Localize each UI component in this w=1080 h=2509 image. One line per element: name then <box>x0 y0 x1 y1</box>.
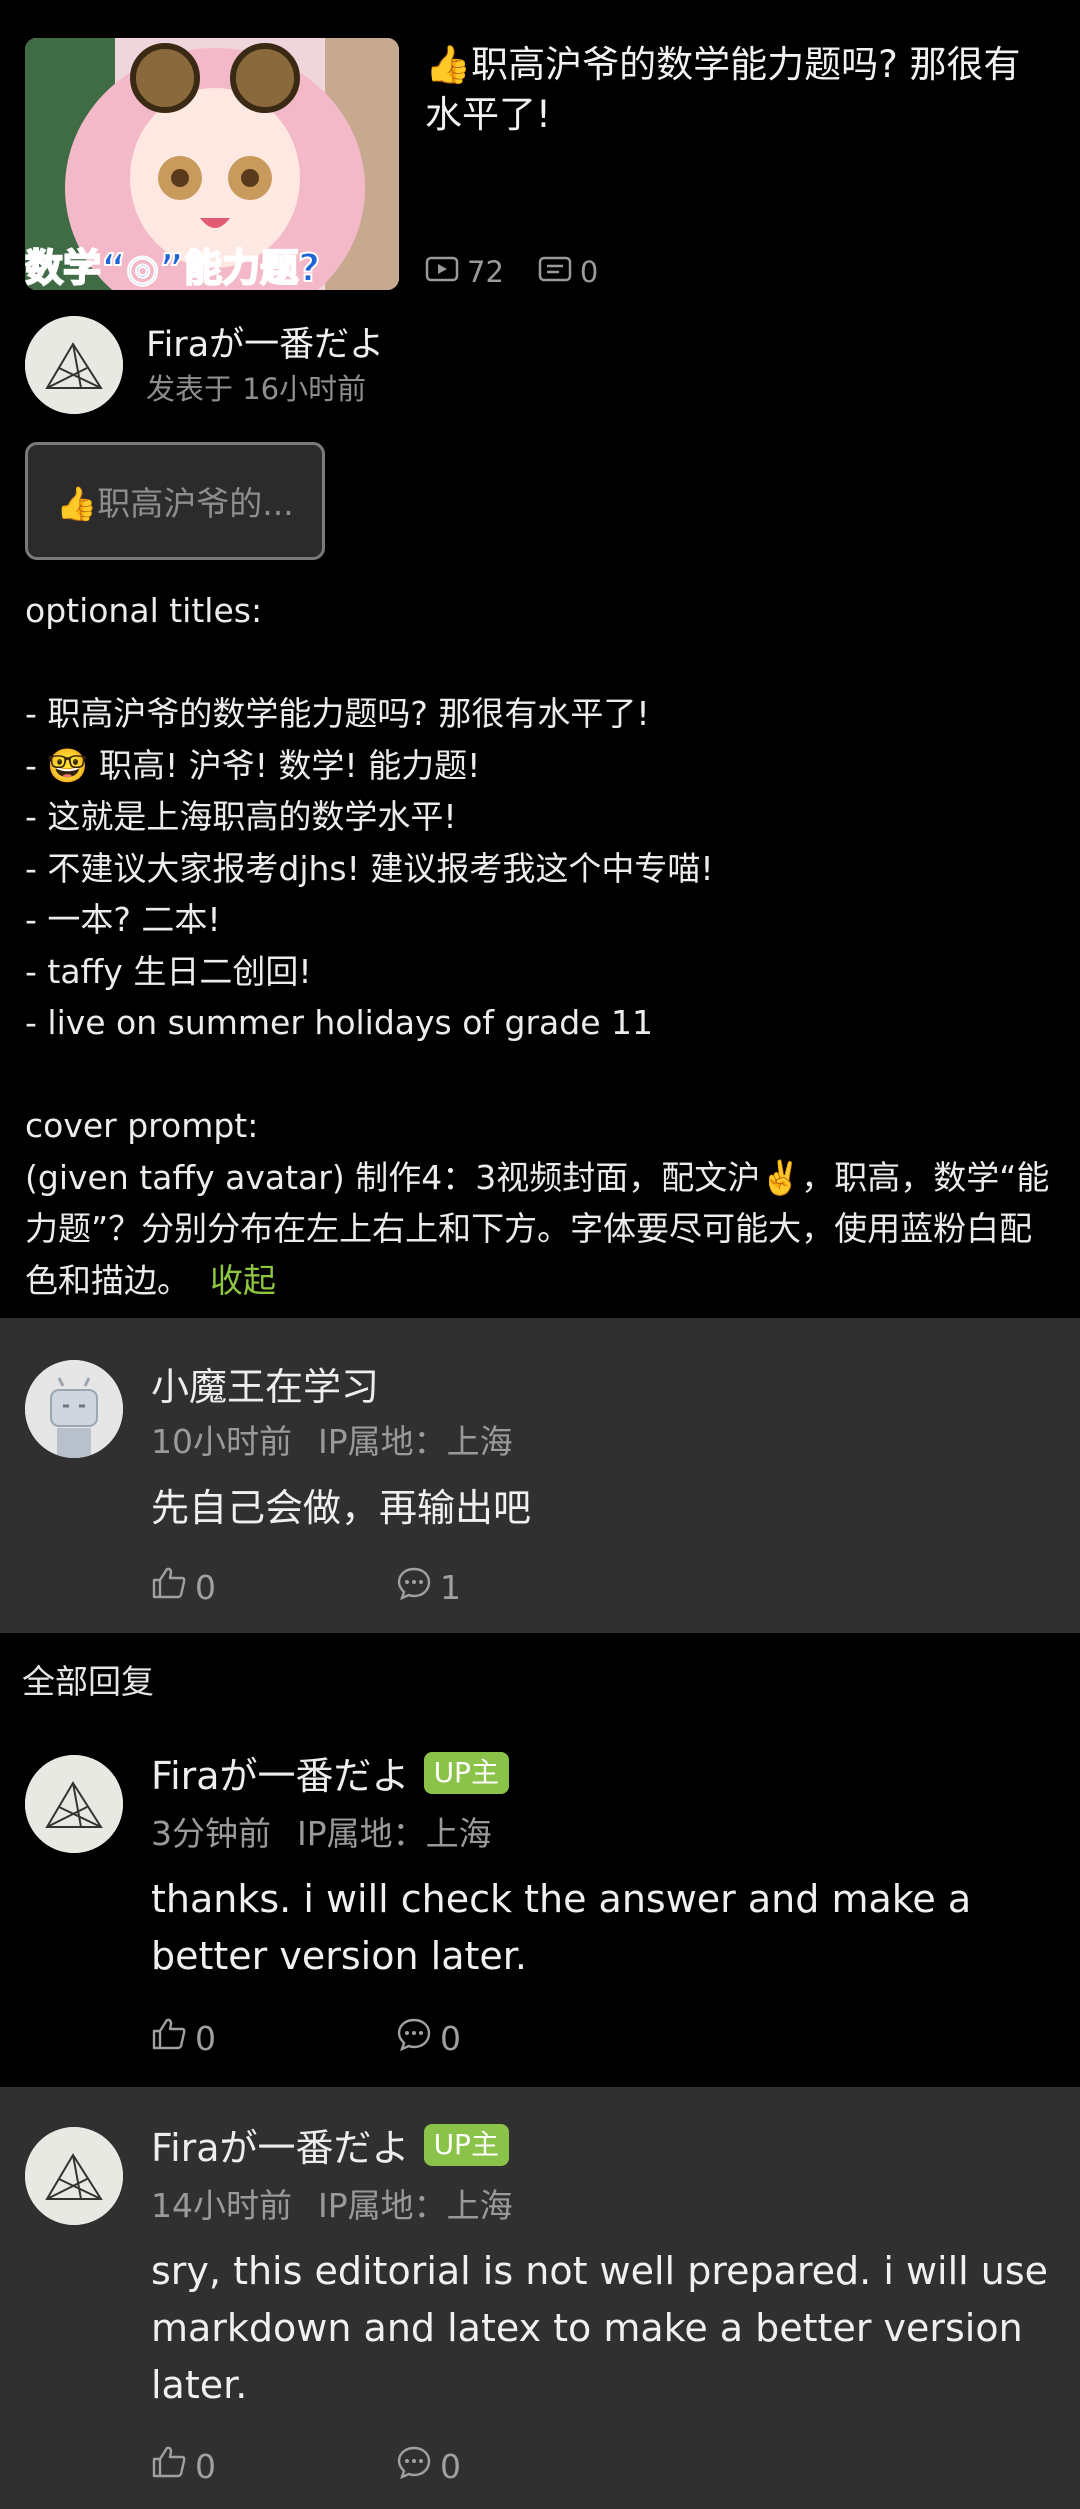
reply-author: Firaが一番だよ UP主 <box>151 1745 509 1800</box>
reply-button[interactable]: 0 <box>396 2017 641 2059</box>
all-replies-header: 全部回复 <box>22 1662 154 1701</box>
collapse-link[interactable]: 收起 <box>210 1261 276 1300</box>
reply-button[interactable]: 0 <box>396 2445 641 2487</box>
like-count: 0 <box>195 2446 216 2486</box>
reply-item: Firaが一番だよ UP主 14小时前 IP属地：上海 sry, this edi… <box>0 2087 1080 2509</box>
comment-meta: 3分钟前 IP属地：上海 <box>151 1807 492 1855</box>
danmaku-count: 0 <box>579 255 599 289</box>
comment-text: 先自己会做，再输出吧 <box>151 1486 532 1530</box>
reply-text: sry, this editorial is not well prepared… <box>151 2249 1049 2407</box>
play-count-icon <box>425 255 459 289</box>
avatar[interactable] <box>25 1360 123 1458</box>
comment-actions: 0 0 <box>151 2445 641 2487</box>
post-author: Firaが一番だよ 发表于 16小时前 <box>25 316 1055 416</box>
video-card[interactable]: 数学“◎”能力题? 👍职高沪爷的数学能力题吗? 那很有水平了! 72 0 <box>0 0 1080 310</box>
like-button[interactable]: 0 <box>151 2017 396 2059</box>
comment-meta: 10小时前 IP属地：上海 <box>151 1415 513 1463</box>
like-count: 0 <box>195 2018 216 2058</box>
comment-icon <box>396 2445 432 2487</box>
comment-time: 10小时前 <box>151 1422 292 1461</box>
commenter-name[interactable]: 小魔王在学习 <box>151 1356 379 1411</box>
comment-ip: IP属地：上海 <box>318 1422 513 1461</box>
thumbs-up-icon <box>151 2445 187 2487</box>
reply-author: Firaが一番だよ UP主 <box>151 2117 509 2172</box>
post-time: 发表于 16小时前 <box>146 372 367 406</box>
reply-count: 0 <box>440 2018 461 2058</box>
comment-icon <box>396 1566 432 1608</box>
comment-ip: IP属地：上海 <box>297 1814 492 1853</box>
post-body-text: optional titles: - 职高沪爷的数学能力题吗? 那很有水平了! … <box>25 591 1050 1300</box>
avatar[interactable] <box>25 1755 123 1853</box>
comment-time: 3分钟前 <box>151 1814 271 1853</box>
danmaku-icon <box>538 255 572 289</box>
thumbnail-caption: 数学“◎”能力题? <box>25 246 320 290</box>
avatar[interactable] <box>25 316 123 414</box>
thumbs-up-icon <box>151 1566 187 1608</box>
video-stats: 72 0 <box>425 252 598 292</box>
reply-count: 1 <box>440 1567 461 1607</box>
post-body: optional titles: - 职高沪爷的数学能力题吗? 那很有水平了! … <box>25 585 1055 1306</box>
reply-author-name[interactable]: Firaが一番だよ <box>151 1745 410 1800</box>
like-button[interactable]: 0 <box>151 2445 396 2487</box>
up-badge: UP主 <box>423 2123 509 2166</box>
reply-count: 0 <box>440 2446 461 2486</box>
video-thumbnail[interactable]: 数学“◎”能力题? <box>25 38 399 290</box>
comment-meta: 14小时前 IP属地：上海 <box>151 2179 513 2227</box>
root-comment: 小魔王在学习 10小时前 IP属地：上海 先自己会做，再输出吧 0 1 <box>0 1318 1080 1633</box>
reply-item: Firaが一番だよ UP主 3分钟前 IP属地：上海 thanks. i will… <box>0 1715 1080 2087</box>
comment-actions: 0 0 <box>151 2017 641 2059</box>
comment-icon <box>396 2017 432 2059</box>
up-badge: UP主 <box>423 1751 509 1794</box>
linked-video-chip[interactable]: 👍职高沪爷的... <box>25 442 325 560</box>
like-button[interactable]: 0 <box>151 1566 396 1608</box>
reply-text: thanks. i will check the answer and make… <box>151 1877 972 1978</box>
author-name[interactable]: Firaが一番だよ <box>146 316 384 367</box>
comment-actions: 0 1 <box>151 1566 641 1608</box>
comment-time: 14小时前 <box>151 2186 292 2225</box>
thumbs-up-icon <box>151 2017 187 2059</box>
like-count: 0 <box>195 1567 216 1607</box>
reply-author-name[interactable]: Firaが一番だよ <box>151 2117 410 2172</box>
comment-ip: IP属地：上海 <box>318 2186 513 2225</box>
view-count: 72 <box>467 255 504 289</box>
reply-button[interactable]: 1 <box>396 1566 641 1608</box>
avatar[interactable] <box>25 2127 123 2225</box>
video-title[interactable]: 👍职高沪爷的数学能力题吗? 那很有水平了! <box>425 40 1045 140</box>
